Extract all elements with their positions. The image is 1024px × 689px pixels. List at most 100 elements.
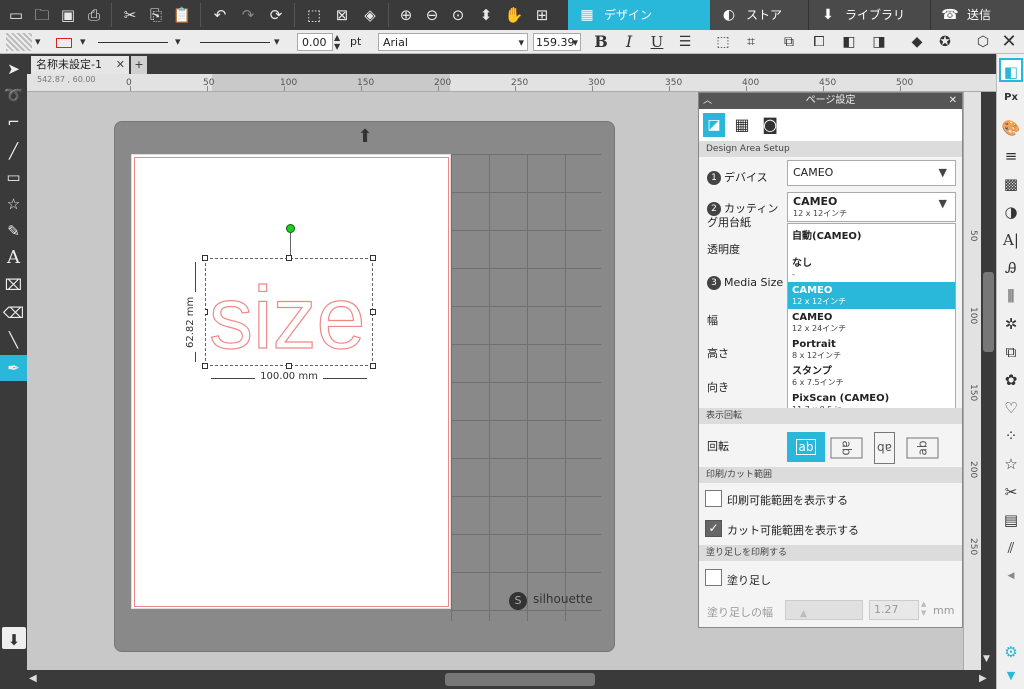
release-compound-icon[interactable]: ◨ [868, 32, 890, 52]
offset-icon[interactable]: ♡ [999, 396, 1023, 420]
resize-handle[interactable] [286, 363, 292, 369]
star-icon[interactable]: ☆ [0, 191, 27, 217]
line-width-input[interactable]: 0.00 [297, 33, 333, 51]
bleed-checkbox[interactable] [705, 569, 722, 586]
trace-icon[interactable]: ⁘ [999, 424, 1023, 448]
resize-handle[interactable] [202, 255, 208, 261]
copy-icon[interactable]: ⎘ [144, 3, 168, 27]
align-icon[interactable]: ⫼ [999, 284, 1023, 308]
resize-handle[interactable] [202, 363, 208, 369]
paste-icon[interactable]: 📋 [170, 3, 194, 27]
text-object-svg[interactable]: size [207, 262, 372, 362]
line-tool-icon[interactable]: ╱ [0, 138, 27, 164]
tab-library[interactable]: ⬇ ライブラリ [808, 0, 930, 30]
text-style-icon[interactable]: A| [999, 228, 1023, 252]
dropdown-option[interactable]: なし - [788, 255, 955, 282]
line-style-preview[interactable] [98, 42, 168, 43]
bleed-width-slider[interactable]: ▲ [785, 600, 863, 620]
grid-tab-icon[interactable]: ▦ [731, 113, 753, 137]
italic-icon[interactable]: I [618, 32, 640, 52]
star-tool-icon[interactable]: ✪ [934, 32, 956, 52]
ungroup-icon[interactable]: ⧠ [808, 32, 830, 52]
align-text-icon[interactable]: ☰ [674, 32, 696, 52]
zoom-fit-icon[interactable]: ⊙ [446, 3, 470, 27]
download-panel-icon[interactable]: ⬇ [2, 627, 26, 649]
fill-tool-icon[interactable]: ⌧ [0, 272, 27, 298]
redo-icon[interactable]: ↷ [236, 3, 260, 27]
line-color-swatch[interactable] [56, 38, 72, 48]
expand-icon[interactable]: ◀ [999, 564, 1023, 588]
device-select[interactable]: CAMEO ▼ [787, 160, 956, 186]
save-icon[interactable]: ▣ [56, 3, 80, 27]
transform-icon[interactable]: ✲ [999, 312, 1023, 336]
deselect-icon[interactable]: ⊠ [330, 3, 354, 27]
open-folder-icon[interactable]: 🗀 [30, 3, 54, 27]
pan-hand-icon[interactable]: ✋ [502, 3, 526, 27]
tab-design[interactable]: ▦ デザイン [568, 0, 710, 30]
pixscan-icon[interactable]: Px [999, 86, 1023, 110]
rotation-0-button[interactable]: ab [787, 432, 825, 462]
new-file-icon[interactable]: ▭ [4, 3, 28, 27]
dropdown-option[interactable]: CAMEO 12 x 12インチ [788, 282, 955, 309]
tab-send[interactable]: ☎ 送信 [930, 0, 1024, 30]
knife-icon[interactable]: ╲ [0, 327, 27, 353]
eraser-icon[interactable]: ⌫ [0, 300, 27, 326]
registration-tab-icon[interactable]: ◙ [759, 113, 781, 137]
print-icon[interactable]: ⎙ [82, 3, 106, 27]
close-icon[interactable]: ✕ [949, 93, 957, 109]
scroll-thumb[interactable] [445, 673, 595, 686]
rotation-180-button[interactable]: ab [865, 432, 903, 464]
zoom-out-icon[interactable]: ⊖ [420, 3, 444, 27]
rotate-handle[interactable] [286, 224, 295, 233]
group-icon[interactable]: ⧉ [778, 32, 800, 52]
curve-icon[interactable]: ⌐ [0, 109, 27, 135]
fill-pattern-swatch[interactable] [6, 33, 32, 51]
crop-icon[interactable]: ⌗ [740, 32, 762, 52]
resize-handle[interactable] [370, 363, 376, 369]
modify-icon[interactable]: ✿ [999, 368, 1023, 392]
pencil-icon[interactable]: ✎ [0, 218, 27, 244]
palette-icon[interactable]: 🎨 [999, 116, 1023, 140]
close-icon[interactable]: ✕ [998, 32, 1020, 52]
close-icon[interactable]: ✕ [116, 56, 125, 74]
hatch-icon[interactable]: ⫽ [999, 536, 1023, 560]
gear-icon[interactable]: ⚙ [999, 640, 1023, 664]
font-size-input[interactable]: 159.39 ▾ [533, 33, 581, 51]
bounding-box-icon[interactable]: ⬚ [712, 32, 734, 52]
cutting-mat-select[interactable]: CAMEO 12 x 12インチ ▼ [787, 192, 956, 222]
contrast-icon[interactable]: ◑ [999, 200, 1023, 224]
dropdown-option[interactable]: 自動(CAMEO) [788, 228, 955, 255]
replicate-icon[interactable]: ⧉ [999, 340, 1023, 364]
chevron-down-icon[interactable]: ▾ [274, 33, 280, 51]
undo-icon[interactable]: ↶ [208, 3, 232, 27]
rotation-90-button[interactable]: ab [827, 432, 865, 462]
library-icon[interactable]: ▤ [999, 508, 1023, 532]
resize-handle[interactable] [370, 255, 376, 261]
scroll-right-icon[interactable]: ▶ [979, 673, 987, 684]
zoom-in-icon[interactable]: ⊕ [394, 3, 418, 27]
vertical-scrollbar[interactable]: ▼ [981, 92, 996, 670]
bleed-width-input[interactable]: 1.27 [869, 600, 919, 620]
eyedropper-icon[interactable]: ✒ [0, 355, 27, 381]
line-style-icon[interactable]: ≡ [999, 144, 1023, 168]
drag-icon[interactable]: ⬍ [474, 3, 498, 27]
rotation-270-button[interactable]: ab [903, 432, 941, 462]
select-by-color-icon[interactable]: ◈ [358, 3, 382, 27]
show-print-area-checkbox[interactable] [705, 490, 722, 507]
cut-icon[interactable]: ✂ [118, 3, 142, 27]
rectangle-tool-icon[interactable]: ▭ [0, 164, 27, 190]
load-arrow-icon[interactable]: ⬆ [352, 126, 378, 147]
chevron-down-icon[interactable]: ▼ [999, 664, 1023, 688]
pattern-icon[interactable]: ▩ [999, 172, 1023, 196]
page-settings-icon[interactable]: ◧ [999, 58, 1023, 82]
underline-icon[interactable]: U [646, 32, 668, 52]
fill-bucket-icon[interactable]: ◆ [906, 32, 928, 52]
tab-store[interactable]: ◐ ストア [710, 0, 808, 30]
stepper-icon[interactable]: ▲ ▼ [334, 33, 340, 51]
add-tab-button[interactable]: + [131, 56, 147, 74]
scroll-down-icon[interactable]: ▼ [983, 654, 990, 664]
sketch-icon[interactable]: ☆ [999, 452, 1023, 476]
line-end-preview[interactable] [200, 42, 270, 43]
page-tab-icon[interactable]: ◪ [703, 113, 725, 137]
horizontal-scrollbar[interactable]: ◀ ▶ [27, 670, 996, 689]
